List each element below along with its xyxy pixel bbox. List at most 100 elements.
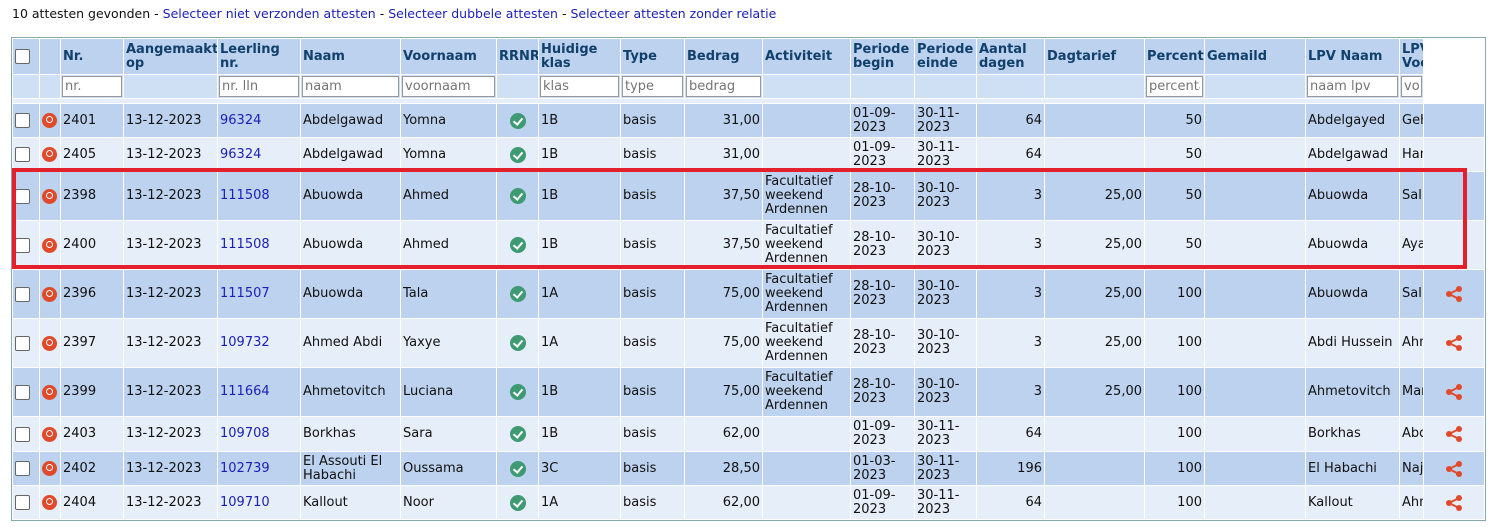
cell-begin: 01-09-2023	[850, 485, 915, 520]
filter-lpv-voornaam[interactable]	[1401, 76, 1422, 97]
view-detail-icon[interactable]	[42, 461, 57, 476]
col-percentage[interactable]: Percentage	[1144, 38, 1205, 75]
select-duplicates-link[interactable]: Selecteer dubbele attesten	[388, 6, 558, 21]
share-icon[interactable]	[1445, 425, 1463, 443]
cell-gemaild	[1204, 220, 1306, 270]
cell-type: basis	[620, 416, 685, 452]
col-gemaild[interactable]: Gemaild	[1204, 38, 1306, 75]
col-dagen[interactable]: Aantal dagen	[976, 38, 1045, 75]
select-all-cell[interactable]	[12, 38, 40, 75]
col-klas[interactable]: Huidige klas	[538, 38, 621, 75]
col-bedrag[interactable]: Bedrag	[684, 38, 763, 75]
row-checkbox[interactable]	[15, 335, 30, 351]
cell-klas: 1B	[538, 103, 621, 138]
row-checkbox[interactable]	[15, 286, 30, 302]
filter-bedrag[interactable]	[686, 76, 761, 97]
select-no-relation-link[interactable]: Selecteer attesten zonder relatie	[570, 6, 776, 21]
filter-lpv-naam[interactable]	[1307, 76, 1398, 97]
cell-type: basis	[620, 171, 685, 221]
view-detail-icon[interactable]	[42, 237, 57, 253]
share-icon[interactable]	[1445, 285, 1463, 303]
row-checkbox[interactable]	[15, 113, 30, 128]
table-row[interactable]: 2401 13-12-2023 96324 Abdelgawad Yomna 1B basi…	[12, 103, 1485, 138]
table-row[interactable]: 2397 13-12-2023 109732 Ahmed Abdi Yaxye 1A bas…	[12, 318, 1485, 368]
cell-leerling[interactable]: 111508	[217, 220, 301, 270]
row-checkbox[interactable]	[15, 147, 30, 162]
cell-leerling[interactable]: 111507	[217, 269, 301, 319]
filter-naam[interactable]	[302, 76, 399, 97]
cell-nr: 2401	[60, 103, 124, 138]
share-icon[interactable]	[1445, 460, 1463, 478]
cell-gemaild	[1204, 103, 1306, 138]
col-type[interactable]: Type	[620, 38, 685, 75]
select-all-checkbox[interactable]	[15, 49, 30, 64]
col-begin[interactable]: Periode begin	[850, 38, 915, 75]
cell-leerling[interactable]: 109710	[217, 485, 301, 520]
cell-leerling[interactable]: 111664	[217, 367, 301, 417]
col-lpv-voornaam[interactable]: LPV Voornaam	[1399, 38, 1424, 75]
col-lpv-naam[interactable]: LPV Naam	[1305, 38, 1400, 75]
attesten-table: Nr. Aangemaakt op Leerling nr. Naam Voor…	[12, 38, 1485, 520]
table-row[interactable]: 2396 13-12-2023 111507 Abuowda Tala 1A basis 75…	[12, 269, 1485, 319]
table-row[interactable]: 2403 13-12-2023 109708 Borkhas Sara 1B basis 62…	[12, 416, 1485, 452]
view-detail-icon[interactable]	[42, 384, 57, 400]
rrnr-check-icon	[509, 112, 526, 129]
filter-voornaam[interactable]	[402, 76, 495, 97]
share-icon[interactable]	[1445, 383, 1463, 401]
row-checkbox[interactable]	[15, 426, 30, 442]
cell-lpv-naam: Abdelgawad	[1305, 137, 1400, 172]
view-detail-icon[interactable]	[42, 426, 57, 442]
col-naam[interactable]: Naam	[300, 38, 401, 75]
cell-activiteit: Facultatief weekend Ardennen	[762, 171, 851, 221]
col-rrnr[interactable]: RRNR	[496, 38, 539, 75]
cell-lpv-voornaam: Salim	[1399, 171, 1424, 221]
cell-leerling[interactable]: 96324	[217, 103, 301, 138]
col-voornaam[interactable]: Voornaam	[400, 38, 497, 75]
table-row[interactable]: 2400 13-12-2023 111508 Abuowda Ahmed 1B basis 3…	[12, 220, 1485, 270]
cell-voornaam: Oussama	[400, 451, 497, 486]
filter-type[interactable]	[622, 76, 683, 97]
cell-bedrag: 62,00	[684, 485, 763, 520]
row-checkbox[interactable]	[15, 461, 30, 476]
col-nr[interactable]: Nr.	[60, 38, 124, 75]
cell-percentage: 50	[1144, 137, 1205, 172]
cell-aangemaakt: 13-12-2023	[123, 416, 218, 452]
filter-nr[interactable]	[62, 76, 122, 97]
filter-klas[interactable]	[540, 76, 619, 97]
cell-leerling[interactable]: 102739	[217, 451, 301, 486]
cell-percentage: 50	[1144, 103, 1205, 138]
view-detail-icon[interactable]	[42, 495, 57, 510]
table-row[interactable]: 2402 13-12-2023 102739 El Assouti El Habach…	[12, 451, 1485, 486]
col-dagtarief[interactable]: Dagtarief	[1044, 38, 1145, 75]
table-row[interactable]: 2405 13-12-2023 96324 Abdelgawad Yomna 1B basi…	[12, 137, 1485, 172]
share-icon[interactable]	[1445, 494, 1463, 512]
view-detail-icon[interactable]	[42, 335, 57, 351]
col-activiteit[interactable]: Activiteit	[762, 38, 851, 75]
view-detail-icon[interactable]	[42, 113, 57, 128]
view-detail-icon[interactable]	[42, 286, 57, 302]
table-row[interactable]: 2399 13-12-2023 111664 Ahmetovitch Luciana 1B…	[12, 367, 1485, 417]
view-detail-icon[interactable]	[42, 188, 57, 204]
filter-percentage[interactable]	[1146, 76, 1203, 97]
cell-leerling[interactable]: 96324	[217, 137, 301, 172]
table-row[interactable]: 2398 13-12-2023 111508 Abuowda Ahmed 1B basis 3…	[12, 171, 1485, 221]
table-row[interactable]: 2404 13-12-2023 109710 Kallout Noor 1A basis 62…	[12, 485, 1485, 520]
cell-leerling[interactable]: 109732	[217, 318, 301, 368]
cell-lpv-naam: El Habachi	[1305, 451, 1400, 486]
select-unsent-link[interactable]: Selecteer niet verzonden attesten	[163, 6, 376, 21]
share-icon[interactable]	[1445, 334, 1463, 352]
col-einde[interactable]: Periode einde	[914, 38, 977, 75]
cell-leerling[interactable]: 109708	[217, 416, 301, 452]
col-leerling[interactable]: Leerling nr.	[217, 38, 301, 75]
cell-bedrag: 75,00	[684, 367, 763, 417]
row-checkbox[interactable]	[15, 237, 30, 253]
cell-leerling[interactable]: 111508	[217, 171, 301, 221]
row-checkbox[interactable]	[15, 495, 30, 510]
row-checkbox[interactable]	[15, 188, 30, 204]
view-detail-icon[interactable]	[42, 147, 57, 162]
filter-leerling[interactable]	[219, 76, 299, 97]
cell-dagtarief	[1044, 485, 1145, 520]
cell-einde: 30-10-2023	[914, 220, 977, 270]
col-aangemaakt[interactable]: Aangemaakt op	[123, 38, 218, 75]
row-checkbox[interactable]	[15, 384, 30, 400]
